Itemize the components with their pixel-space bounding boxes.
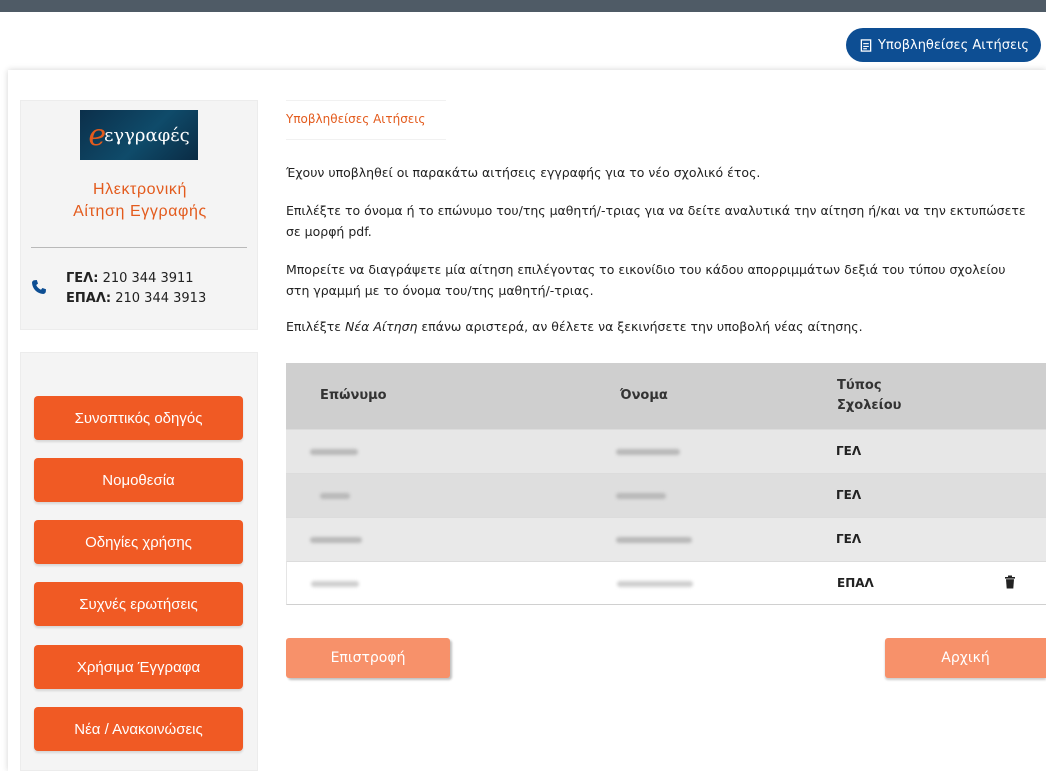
surname-blurred[interactable] xyxy=(310,449,358,455)
phone-icon xyxy=(32,280,46,294)
name-blurred[interactable] xyxy=(617,581,693,587)
name-blurred[interactable] xyxy=(616,537,692,543)
delete-instructions-paragraph: Μπορείτε να διαγράψετε μία αίτηση επιλέγ… xyxy=(286,262,1006,298)
submitted-applications-button[interactable]: Υποβληθείσες Αιτήσεις xyxy=(845,28,1041,62)
back-button[interactable]: Επιστροφή xyxy=(286,638,450,678)
nav-card: Συνοπτικός οδηγός Νομοθεσία Οδηγίες χρήσ… xyxy=(20,352,258,771)
app-title: Ηλεκτρονική Αίτηση Εγγραφής xyxy=(73,181,207,220)
page: Υποβληθείσες Αιτήσεις е εγγραφές Ηλεκτρον… xyxy=(0,0,1046,771)
table-row[interactable]: ΓΕΛ xyxy=(286,429,1046,473)
school-type: ΓΕΛ xyxy=(836,532,862,546)
file-text-icon xyxy=(860,38,872,52)
nav-quick-guide-button[interactable]: Συνοπτικός οδηγός xyxy=(34,396,243,440)
column-name: Όνομα xyxy=(620,388,668,403)
nav-faq-button[interactable]: Συχνές ερωτήσεις xyxy=(34,582,243,626)
school-type: ΓΕΛ xyxy=(836,488,862,502)
phone-list: ΓΕΛ: 210 344 3911 ΕΠΑΛ: 210 344 3913 xyxy=(66,269,206,309)
divider xyxy=(31,247,247,248)
breadcrumb: Υποβληθείσες Αιτήσεις xyxy=(286,100,446,140)
surname-blurred[interactable] xyxy=(311,581,359,587)
phone-gel: ΓΕΛ: 210 344 3911 xyxy=(66,271,194,286)
breadcrumb-current: Υποβληθείσες Αιτήσεις xyxy=(286,112,426,126)
surname-blurred[interactable] xyxy=(320,493,350,499)
table-row[interactable]: ΓΕΛ xyxy=(286,473,1046,517)
nav-legislation-button[interactable]: Νομοθεσία xyxy=(34,458,243,502)
school-type: ΕΠΑΛ xyxy=(837,576,874,590)
home-button[interactable]: Αρχική xyxy=(885,638,1046,678)
table-row[interactable]: ΓΕΛ xyxy=(286,517,1046,561)
nav-user-guide-button[interactable]: Οδηγίες χρήσης xyxy=(34,520,243,564)
table-header: Επώνυμο Όνομα Τύπος Σχολείου xyxy=(286,363,1046,429)
top-bar xyxy=(0,0,1046,12)
name-blurred[interactable] xyxy=(616,449,680,455)
column-surname: Επώνυμο xyxy=(320,388,387,403)
column-school-type: Τύπος Σχολείου xyxy=(837,378,902,413)
surname-blurred[interactable] xyxy=(310,537,362,543)
new-application-paragraph: Επιλέξτε Νέα Αίτηση επάνω αριστερά, αν θ… xyxy=(286,319,863,334)
name-blurred[interactable] xyxy=(616,493,666,499)
logo-card: е εγγραφές Ηλεκτρονική Αίτηση Εγγραφής ΓΕ… xyxy=(20,100,258,330)
trash-icon[interactable] xyxy=(1004,575,1016,589)
nav-documents-button[interactable]: Χρήσιμα Έγγραφα xyxy=(34,645,243,689)
logo-text: εγγραφές xyxy=(104,124,190,146)
intro-paragraph: Έχουν υποβληθεί οι παρακάτω αιτήσεις εγγ… xyxy=(286,165,761,180)
table-row[interactable]: ΕΠΑΛ xyxy=(286,561,1046,605)
view-instructions-paragraph: Επιλέξτε το όνομα ή το επώνυμο του/της μ… xyxy=(286,203,1026,239)
school-type: ΓΕΛ xyxy=(836,444,862,458)
submitted-applications-label: Υποβληθείσες Αιτήσεις xyxy=(877,37,1029,53)
nav-news-button[interactable]: Νέα / Ανακοινώσεις xyxy=(34,707,243,751)
phone-epal: ΕΠΑΛ: 210 344 3913 xyxy=(66,291,207,306)
logo[interactable]: е εγγραφές xyxy=(80,110,198,160)
